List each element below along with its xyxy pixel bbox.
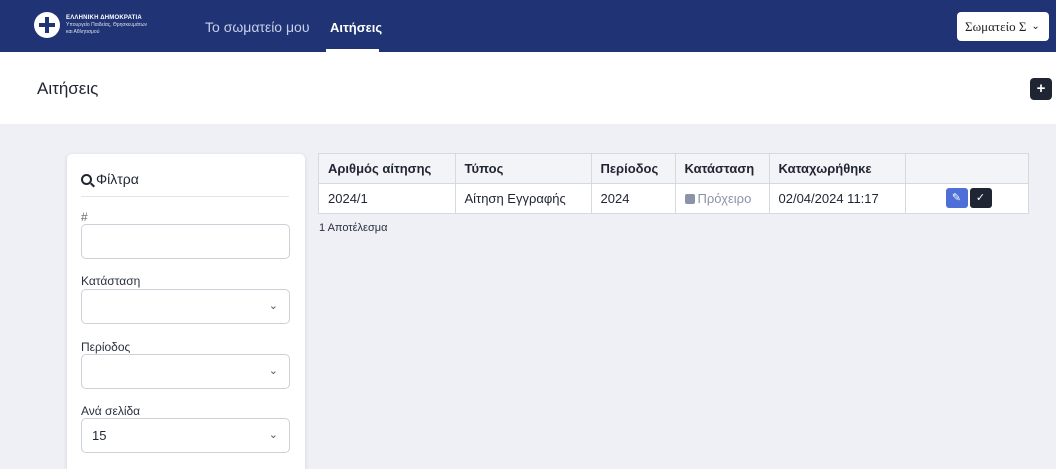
period-select[interactable]: ⌄: [81, 354, 290, 389]
application-number-input[interactable]: [81, 224, 290, 259]
hash-label: #: [81, 210, 88, 224]
nav-link-my-club[interactable]: Το σωματείο μου: [205, 19, 310, 35]
logo-line-1: ΕΛΛΗΝΙΚΗ ΔΗΜΟΚΡΑΤΙΑ: [66, 14, 142, 21]
column-header-actions: [905, 154, 1028, 184]
per-page-select[interactable]: 15 ⌄: [81, 418, 290, 453]
filter-header: Φίλτρα: [81, 171, 139, 187]
search-icon: [81, 173, 92, 185]
logo[interactable]: ΕΛΛΗΝΙΚΗ ΔΗΜΟΚΡΑΤΙΑ Υπουργείο Παιδείας, …: [34, 12, 147, 38]
add-application-button[interactable]: +: [1030, 78, 1052, 100]
per-page-value: 15: [92, 428, 107, 443]
page-title: Αιτήσεις: [37, 79, 99, 98]
chevron-down-icon: ⌄: [268, 300, 278, 312]
column-header-number[interactable]: Αριθμός αίτησης: [319, 154, 456, 184]
cell-type: Αίτηση Εγγραφής: [455, 183, 592, 213]
edit-icon: ✎: [951, 192, 962, 205]
column-header-period[interactable]: Περίοδος: [591, 154, 676, 184]
column-header-registered[interactable]: Καταχωρήθηκε: [769, 154, 906, 184]
top-navbar: ΕΛΛΗΝΙΚΗ ΔΗΜΟΚΡΑΤΙΑ Υπουργείο Παιδείας, …: [0, 0, 1056, 52]
logo-line-2: Υπουργείο Παιδείας, Θρησκευμάτων: [66, 21, 148, 28]
column-header-type[interactable]: Τύπος: [455, 154, 592, 184]
chevron-down-icon: ⌄: [1031, 21, 1040, 32]
nav-link-applications[interactable]: Αιτήσεις: [330, 20, 382, 35]
status-text: Πρόχειρο: [697, 190, 752, 206]
logo-text: ΕΛΛΗΝΙΚΗ ΔΗΜΟΚΡΑΤΙΑ Υπουργείο Παιδείας, …: [66, 15, 147, 36]
user-menu-button[interactable]: Σωματείο Σ ⌄: [957, 12, 1049, 41]
edit-button[interactable]: ✎: [945, 188, 968, 209]
status-select[interactable]: ⌄: [81, 289, 290, 324]
cell-period: 2024: [591, 183, 676, 213]
column-header-status[interactable]: Κατάσταση: [675, 154, 770, 184]
per-page-label: Ανά σελίδα: [81, 404, 141, 418]
cell-status: Πρόχειρο: [675, 183, 770, 213]
results-count: 1 Αποτέλεσμα: [319, 222, 388, 234]
table-header-row: Αριθμός αίτησης Τύπος Περίοδος Κατάσταση…: [319, 154, 1028, 184]
table-row: 2024/1 Αίτηση Εγγραφής 2024 Πρόχειρο 02/…: [319, 183, 1028, 213]
filter-panel: Φίλτρα # Κατάσταση ⌄ Περίοδος ⌄ Ανά σελί…: [67, 154, 305, 469]
logo-line-3: και Αθλητισμού: [66, 28, 100, 35]
period-label: Περίοδος: [81, 340, 131, 354]
page-header: [0, 52, 1056, 124]
filter-title: Φίλτρα: [96, 171, 139, 187]
chevron-down-icon: ⌄: [268, 365, 278, 377]
submit-button[interactable]: ✓: [969, 188, 992, 209]
greek-emblem-icon: [34, 12, 60, 38]
cell-number: 2024/1: [319, 183, 456, 213]
chevron-down-icon: ⌄: [268, 429, 278, 441]
draft-status-icon: [684, 193, 695, 204]
status-label: Κατάσταση: [81, 274, 141, 288]
check-icon: ✓: [975, 192, 986, 205]
cell-actions: ✎ ✓: [905, 183, 1028, 213]
user-menu-label: Σωματείο Σ: [965, 18, 1027, 34]
filter-divider: [81, 196, 289, 197]
applications-table: Αριθμός αίτησης Τύπος Περίοδος Κατάσταση…: [318, 153, 1029, 214]
cell-registered: 02/04/2024 11:17: [769, 183, 906, 213]
